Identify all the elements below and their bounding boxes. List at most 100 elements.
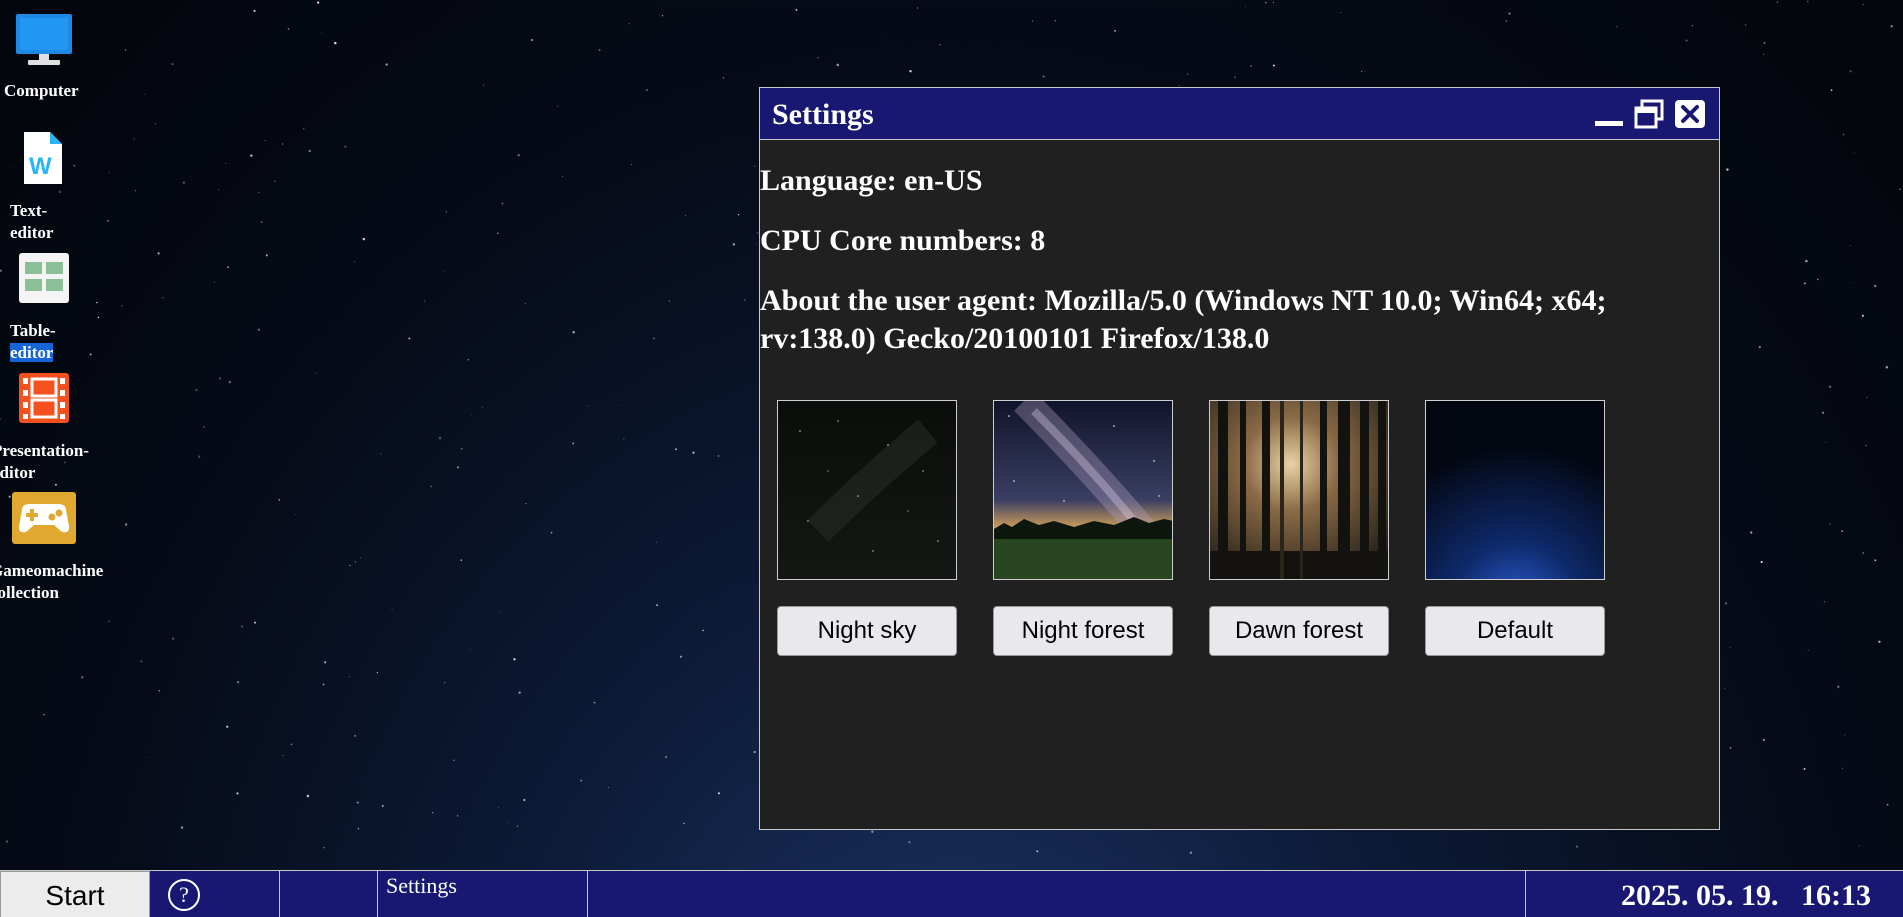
star: [278, 499, 281, 501]
help-icon[interactable]: ?: [168, 879, 200, 911]
star: [1873, 284, 1877, 288]
star: [1760, 560, 1763, 564]
star: [225, 162, 227, 165]
star: [1763, 42, 1766, 44]
star: [1762, 738, 1765, 741]
star: [157, 252, 160, 255]
wallpaper-thumbnail-night-forest[interactable]: [993, 400, 1173, 580]
star: [324, 661, 327, 664]
star: [273, 180, 276, 183]
star: [471, 414, 473, 416]
star: [172, 637, 175, 640]
star: [1032, 20, 1034, 22]
star: [1763, 53, 1765, 55]
desktop-icon-label: Text-: [10, 201, 48, 220]
star: [1858, 845, 1861, 847]
star: [226, 725, 229, 728]
close-icon[interactable]: [1674, 99, 1706, 129]
star: [1830, 89, 1833, 92]
star: [1890, 25, 1893, 28]
star: [1726, 168, 1729, 171]
star: [154, 123, 157, 125]
star: [108, 172, 110, 174]
restore-icon[interactable]: [1633, 99, 1665, 129]
wallpaper-dawn-forest-button[interactable]: Dawn forest: [1209, 606, 1389, 656]
window-titlebar[interactable]: Settings: [760, 88, 1719, 140]
star: [467, 359, 470, 361]
star: [80, 675, 84, 679]
wallpaper-default-button[interactable]: Default: [1425, 606, 1605, 656]
star: [250, 154, 253, 157]
wallpaper-thumbnail-default[interactable]: [1425, 400, 1605, 580]
wallpaper-night-sky-button[interactable]: Night sky: [777, 606, 957, 656]
film-strip-icon: [18, 372, 78, 428]
star: [124, 49, 127, 51]
star: [240, 625, 244, 628]
star: [162, 297, 164, 299]
start-button[interactable]: Start: [0, 871, 150, 917]
star: [460, 447, 463, 450]
star: [424, 300, 426, 302]
star: [909, 69, 912, 73]
star: [917, 7, 919, 9]
wallpaper-thumbnail-night-sky[interactable]: [777, 400, 957, 580]
star: [43, 714, 45, 716]
star: [939, 44, 941, 46]
minimize-icon[interactable]: [1593, 99, 1625, 129]
star: [469, 648, 471, 650]
star: [334, 41, 337, 45]
settings-window: Settings Language: en-US CPU Core number…: [759, 87, 1720, 830]
star: [1861, 314, 1864, 317]
desktop-icon-label: Table-: [10, 321, 56, 340]
star: [1816, 278, 1819, 281]
star: [287, 28, 290, 30]
star: [1841, 530, 1843, 532]
star: [1272, 64, 1275, 67]
star: [756, 243, 757, 245]
star: [618, 405, 620, 407]
star: [523, 799, 526, 801]
desktop-icon-presentation-editor[interactable]: Presentation- editor: [0, 370, 100, 488]
star: [517, 153, 520, 157]
star: [213, 281, 215, 283]
taskbar-item-settings[interactable]: Settings: [378, 871, 587, 917]
star: [1724, 688, 1726, 690]
star: [507, 822, 509, 823]
star: [1776, 1, 1779, 3]
star: [531, 38, 534, 42]
wallpaper-thumbnail-dawn-forest[interactable]: [1209, 400, 1389, 580]
desktop-icon-game-collection[interactable]: Gameomachine collection: [0, 490, 103, 608]
star: [282, 755, 284, 757]
star: [171, 62, 174, 66]
star: [303, 128, 305, 130]
star: [1825, 441, 1827, 443]
star: [1272, 1, 1274, 4]
star: [1878, 640, 1881, 644]
star: [203, 426, 205, 428]
spreadsheet-icon: [18, 252, 78, 308]
star: [499, 610, 501, 612]
star: [871, 830, 874, 833]
star: [732, 243, 736, 246]
desktop-icon-text-editor[interactable]: W Text- editor: [0, 128, 100, 248]
desktop-icon-table-editor[interactable]: Table- editor: [0, 250, 100, 368]
star: [550, 531, 553, 534]
star: [197, 455, 201, 458]
star: [1250, 65, 1252, 67]
star: [323, 846, 326, 849]
star: [1616, 26, 1618, 28]
star: [1036, 850, 1039, 853]
user-agent-info-line1: About the user agent: Mozilla/5.0 (Windo…: [760, 284, 1607, 317]
desktop-icon-label-selected: editor: [10, 343, 54, 362]
star: [182, 181, 186, 184]
window-title: Settings: [772, 98, 874, 131]
desktop-icon-computer[interactable]: Computer: [0, 8, 100, 103]
star: [1841, 767, 1844, 770]
star: [836, 63, 840, 67]
star: [1803, 768, 1806, 770]
wallpaper-night-forest-button[interactable]: Night forest: [993, 606, 1173, 656]
taskbar: Start ? Settings 2025. 05. 19. 16:13: [0, 870, 1903, 917]
star: [656, 541, 658, 543]
star: [315, 372, 317, 374]
star: [1054, 20, 1056, 22]
